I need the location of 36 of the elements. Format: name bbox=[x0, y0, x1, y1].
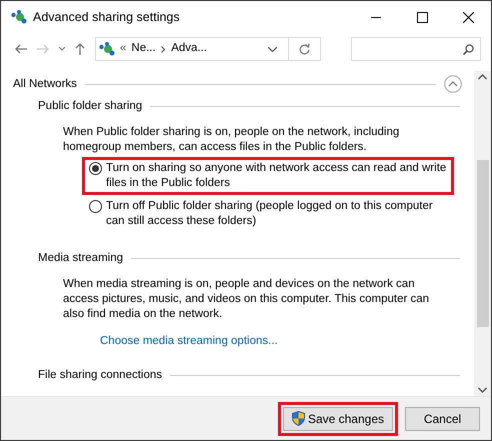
search-icon bbox=[463, 44, 474, 54]
scrollbar[interactable] bbox=[474, 71, 491, 396]
group-title: Public folder sharing bbox=[38, 99, 142, 113]
radio-button[interactable] bbox=[89, 162, 102, 175]
network-icon bbox=[11, 10, 27, 24]
address-bar[interactable]: « Ne... Adva... bbox=[95, 37, 321, 61]
back-icon[interactable] bbox=[15, 44, 27, 54]
radio-button[interactable] bbox=[89, 200, 102, 213]
description-text: When Public folder sharing is on, people on the network, including homegroup members, can access files in the Public folders. bbox=[62, 125, 400, 155]
search-field[interactable] bbox=[351, 37, 481, 61]
minimize-icon bbox=[371, 16, 381, 18]
breadcrumb-item[interactable]: Adva... bbox=[171, 40, 208, 58]
group-title: Media streaming bbox=[38, 251, 124, 265]
scroll-down-icon[interactable] bbox=[478, 387, 487, 394]
up-icon[interactable] bbox=[75, 43, 85, 55]
overflow-chevron[interactable]: « bbox=[120, 40, 126, 58]
radio-label[interactable]: Turn on sharing so anyone with network access can read and write files in the Public folders bbox=[106, 161, 447, 191]
scroll-up-icon[interactable] bbox=[478, 74, 487, 80]
description-text: When media streaming is on, people and devices on the network can access pictures, music, and videos on this computer. This computer can also find media on the network. bbox=[62, 277, 430, 322]
breadcrumb-item[interactable]: Ne... bbox=[131, 40, 156, 58]
chevron-icon bbox=[161, 46, 166, 52]
close-icon bbox=[462, 12, 474, 22]
collapse-button[interactable] bbox=[444, 75, 462, 93]
dropdown-icon[interactable] bbox=[268, 46, 278, 52]
cancel-button[interactable]: Cancel bbox=[405, 406, 480, 430]
section-title: All Networks bbox=[13, 77, 77, 91]
radio-label[interactable]: Turn off Public folder sharing (people logged on to this computer can still access these folders) bbox=[106, 199, 447, 229]
network-icon bbox=[99, 42, 115, 56]
save-button[interactable]: Save changes bbox=[282, 406, 393, 430]
refresh-icon[interactable] bbox=[299, 43, 310, 55]
window-title: Advanced sharing settings bbox=[33, 8, 180, 26]
streaming-options-link[interactable]: Choose media streaming options... bbox=[100, 334, 278, 348]
shield-icon bbox=[292, 411, 305, 426]
dropdown-icon[interactable] bbox=[59, 47, 65, 51]
maximize-icon bbox=[416, 12, 428, 22]
group-title: File sharing connections bbox=[38, 368, 162, 382]
